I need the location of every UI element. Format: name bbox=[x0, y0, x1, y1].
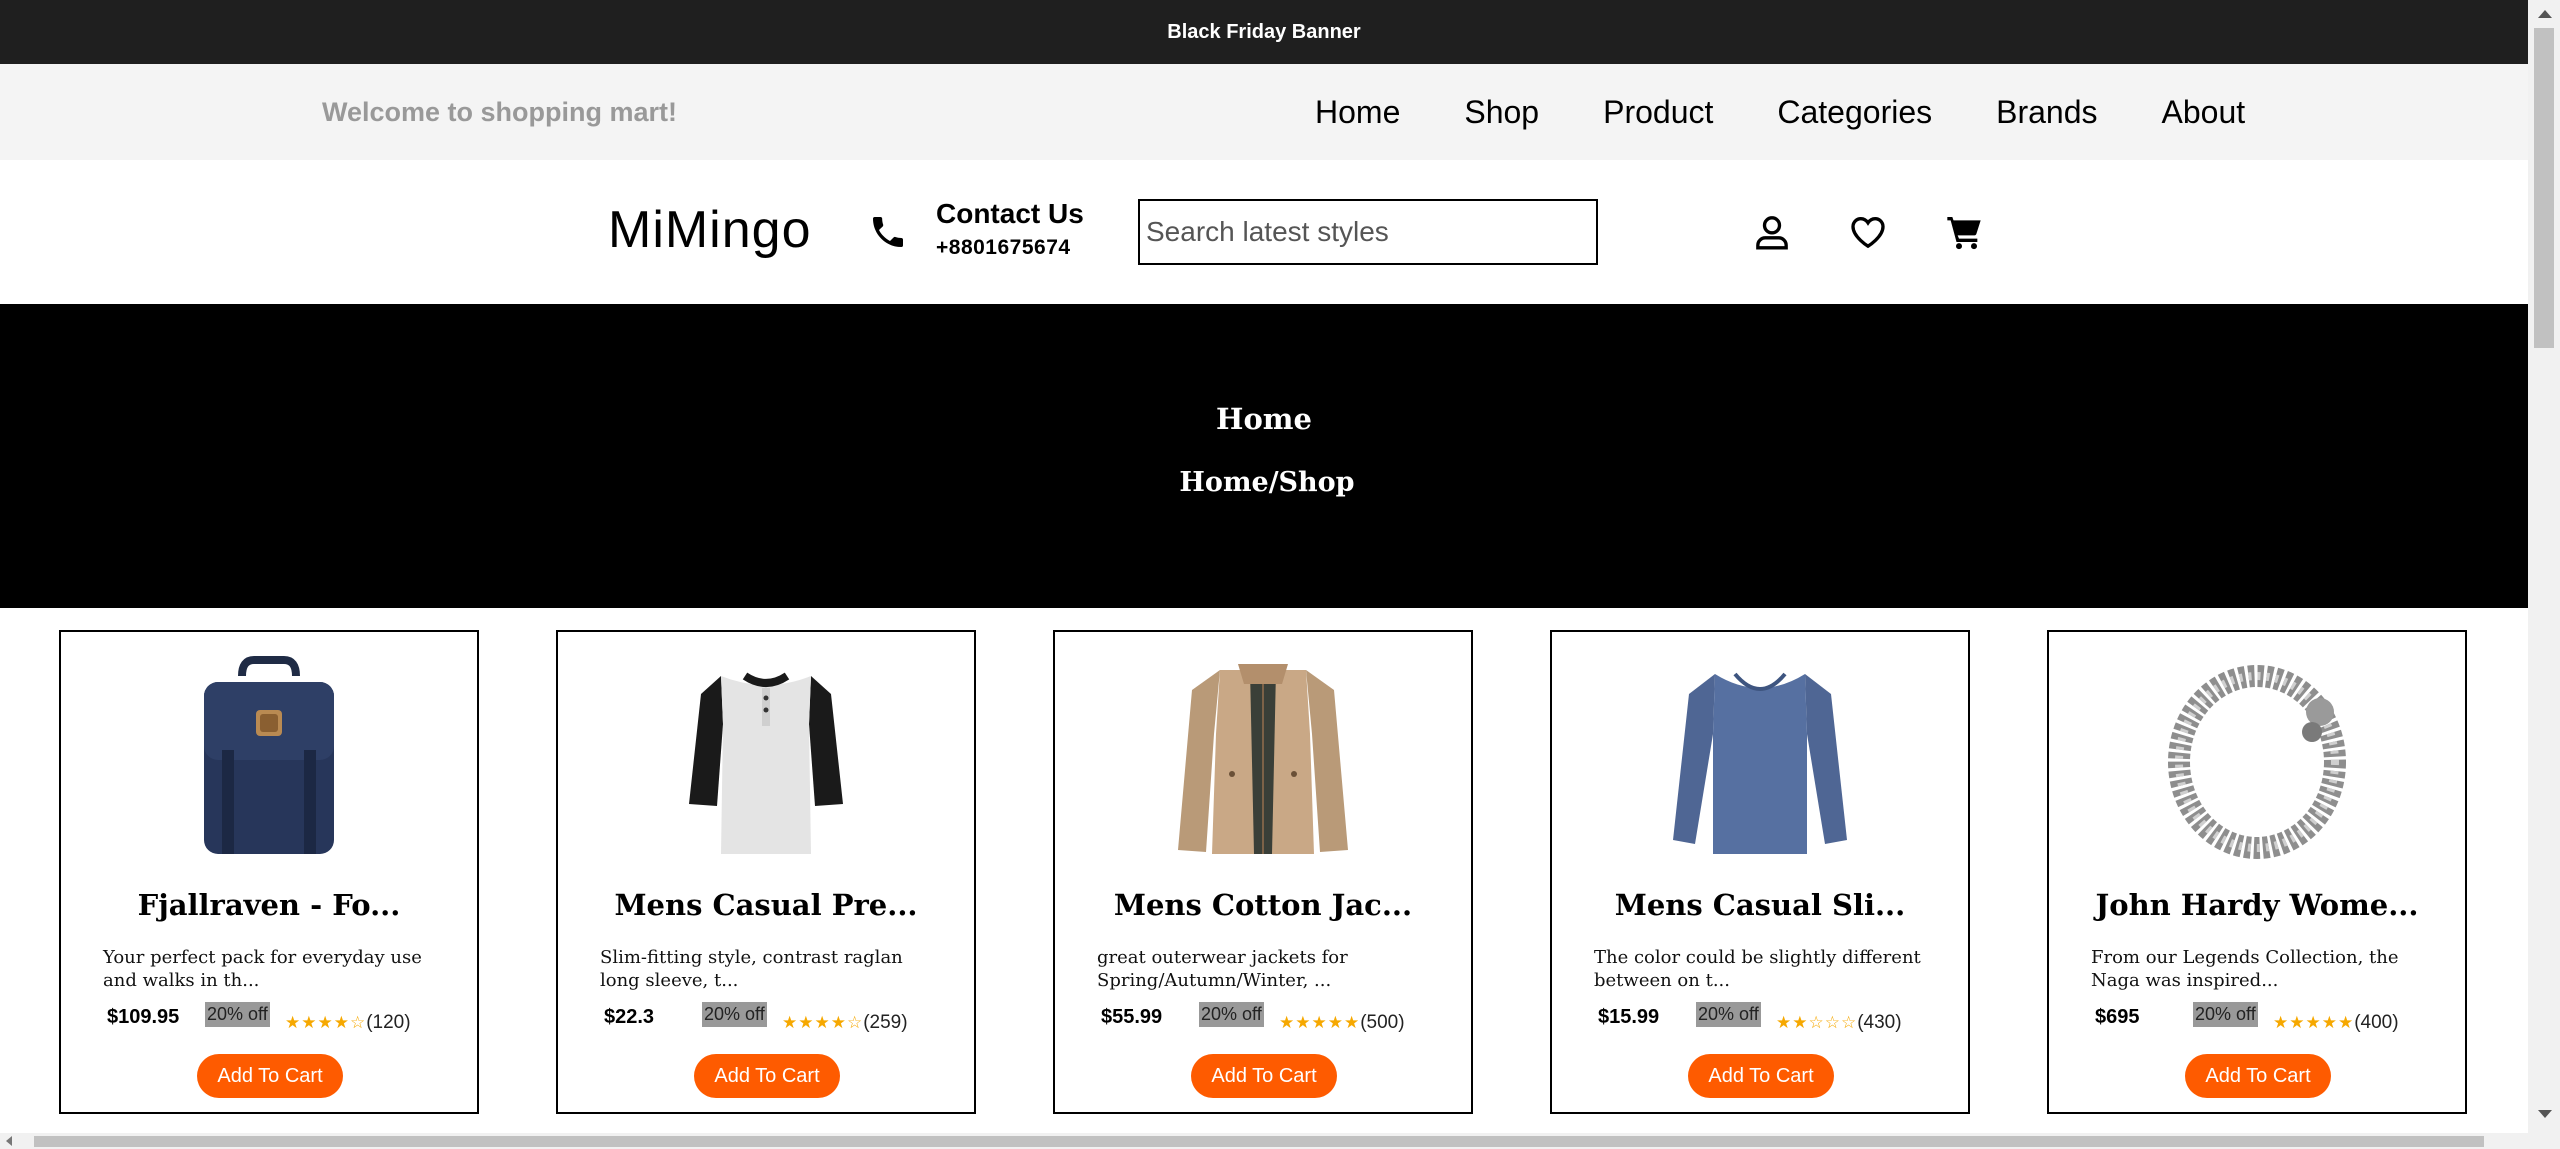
navbar: Welcome to shopping mart! Home Shop Prod… bbox=[0, 64, 2528, 160]
product-card[interactable]: Mens Casual Sli... The color could be sl… bbox=[1550, 630, 1970, 1114]
contact-phone: +8801675674 bbox=[936, 236, 1071, 259]
product-grid: Fjallraven - Fo... Your perfect pack for… bbox=[59, 630, 2469, 1114]
product-image-raglan-tshirt[interactable] bbox=[558, 654, 974, 864]
product-image-jacket[interactable] bbox=[1055, 654, 1471, 864]
scroll-up-arrow-icon[interactable] bbox=[2538, 10, 2552, 18]
nav-link-brands[interactable]: Brands bbox=[1996, 94, 2097, 131]
product-title[interactable]: Mens Cotton Jac... bbox=[1055, 888, 1471, 922]
add-to-cart-button[interactable]: Add To Cart bbox=[2185, 1054, 2331, 1098]
cart-icon[interactable] bbox=[1944, 212, 1984, 252]
top-banner-text: Black Friday Banner bbox=[1167, 20, 1361, 43]
search-input[interactable] bbox=[1138, 199, 1598, 265]
discount-badge: 20% off bbox=[2193, 1002, 2258, 1027]
rating-stars: ★★★★★ bbox=[1279, 1013, 1361, 1032]
nav-link-shop[interactable]: Shop bbox=[1464, 94, 1539, 131]
product-image-bracelet[interactable] bbox=[2049, 654, 2465, 864]
scrollbar-thumb[interactable] bbox=[34, 1136, 2484, 1147]
scroll-down-arrow-icon[interactable] bbox=[2538, 1110, 2552, 1118]
product-title[interactable]: John Hardy Wome... bbox=[2049, 888, 2465, 922]
product-description: Your perfect pack for everyday use and w… bbox=[103, 947, 422, 991]
product-rating: ★★★★★(500) bbox=[1279, 1012, 1405, 1034]
vertical-scrollbar[interactable] bbox=[2528, 0, 2560, 1149]
product-description: From our Legends Collection, the Naga wa… bbox=[2091, 947, 2399, 991]
site-header: MiMingo Contact Us +8801675674 bbox=[0, 160, 2528, 304]
welcome-message: Welcome to shopping mart! bbox=[322, 96, 678, 127]
product-card[interactable]: Fjallraven - Fo... Your perfect pack for… bbox=[59, 630, 479, 1114]
add-to-cart-button[interactable]: Add To Cart bbox=[1191, 1054, 1337, 1098]
contact-info: Contact Us +8801675674 bbox=[936, 198, 1084, 260]
heart-icon[interactable] bbox=[1848, 212, 1888, 252]
hero-banner: Home Home/Shop bbox=[0, 304, 2528, 608]
horizontal-scrollbar[interactable] bbox=[0, 1133, 2528, 1149]
contact-title: Contact Us bbox=[936, 198, 1084, 229]
nav-link-about[interactable]: About bbox=[2162, 94, 2246, 131]
discount-badge: 20% off bbox=[1696, 1002, 1761, 1027]
top-banner: Black Friday Banner bbox=[0, 0, 2528, 64]
nav-link-categories[interactable]: Categories bbox=[1777, 94, 1932, 131]
rating-stars: ★★☆☆☆ bbox=[1776, 1013, 1858, 1032]
product-card[interactable]: John Hardy Wome... From our Legends Coll… bbox=[2047, 630, 2467, 1114]
product-rating: ★★★★☆(259) bbox=[782, 1012, 908, 1034]
rating-stars: ★★★★★ bbox=[2273, 1013, 2355, 1032]
add-to-cart-button[interactable]: Add To Cart bbox=[694, 1054, 840, 1098]
product-title[interactable]: Fjallraven - Fo... bbox=[61, 888, 477, 922]
add-to-cart-button[interactable]: Add To Cart bbox=[197, 1054, 343, 1098]
breadcrumb: Home/Shop bbox=[1179, 467, 1355, 498]
product-image-backpack[interactable] bbox=[61, 654, 477, 864]
product-price: $15.99 bbox=[1598, 1006, 1660, 1028]
review-count: (500) bbox=[1360, 1012, 1405, 1033]
review-count: (430) bbox=[1857, 1012, 1902, 1033]
review-count: (400) bbox=[2354, 1012, 2399, 1033]
user-icon[interactable] bbox=[1752, 212, 1792, 252]
nav-link-product[interactable]: Product bbox=[1603, 94, 1713, 131]
discount-badge: 20% off bbox=[702, 1002, 767, 1027]
main-nav: Home Shop Product Categories Brands Abou… bbox=[1315, 64, 2245, 160]
product-price: $22.3 bbox=[604, 1006, 655, 1028]
nav-link-home[interactable]: Home bbox=[1315, 94, 1400, 131]
hero-title: Home bbox=[1216, 402, 1312, 436]
product-card[interactable]: Mens Casual Pre... Slim-fitting style, c… bbox=[556, 630, 976, 1114]
product-image-long-sleeve[interactable] bbox=[1552, 654, 1968, 864]
product-rating: ★★☆☆☆(430) bbox=[1776, 1012, 1902, 1034]
phone-icon bbox=[873, 217, 903, 247]
discount-badge: 20% off bbox=[205, 1002, 270, 1027]
rating-stars: ★★★★☆ bbox=[782, 1013, 864, 1032]
scroll-left-arrow-icon[interactable] bbox=[6, 1136, 12, 1146]
product-title[interactable]: Mens Casual Pre... bbox=[558, 888, 974, 922]
product-rating: ★★★★☆(120) bbox=[285, 1012, 411, 1034]
product-description: The color could be slightly different be… bbox=[1594, 947, 1921, 991]
review-count: (259) bbox=[863, 1012, 908, 1033]
review-count: (120) bbox=[366, 1012, 411, 1033]
product-price: $109.95 bbox=[107, 1006, 180, 1028]
scrollbar-thumb[interactable] bbox=[2534, 28, 2554, 348]
add-to-cart-button[interactable]: Add To Cart bbox=[1688, 1054, 1834, 1098]
product-rating: ★★★★★(400) bbox=[2273, 1012, 2399, 1034]
product-price: $55.99 bbox=[1101, 1006, 1163, 1028]
product-price: $695 bbox=[2095, 1006, 2140, 1028]
brand-logo[interactable]: MiMingo bbox=[608, 200, 812, 260]
discount-badge: 20% off bbox=[1199, 1002, 1264, 1027]
product-title[interactable]: Mens Casual Sli... bbox=[1552, 888, 1968, 922]
product-description: Slim-fitting style, contrast raglan long… bbox=[600, 947, 903, 991]
rating-stars: ★★★★☆ bbox=[285, 1013, 367, 1032]
product-description: great outerwear jackets for Spring/Autum… bbox=[1097, 947, 1348, 991]
product-card[interactable]: Mens Cotton Jac... great outerwear jacke… bbox=[1053, 630, 1473, 1114]
